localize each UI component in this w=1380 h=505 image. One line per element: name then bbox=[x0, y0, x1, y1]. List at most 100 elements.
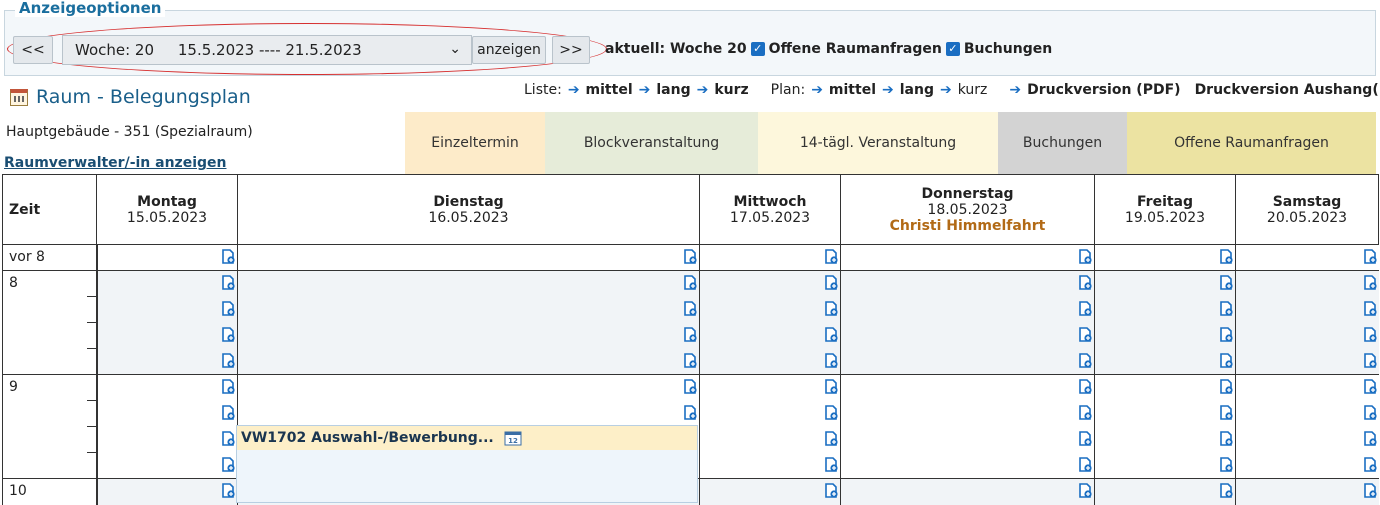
add-booking-icon[interactable] bbox=[1363, 300, 1377, 317]
add-booking-icon[interactable] bbox=[1079, 430, 1092, 447]
day-slot[interactable] bbox=[840, 296, 1095, 323]
add-booking-icon[interactable] bbox=[825, 379, 838, 395]
plan-lang-link[interactable]: lang bbox=[900, 82, 934, 98]
day-slot[interactable] bbox=[1235, 426, 1379, 453]
add-booking-icon[interactable] bbox=[825, 300, 838, 317]
day-slot[interactable] bbox=[840, 452, 1095, 479]
add-booking-icon[interactable] bbox=[222, 300, 235, 317]
liste-kurz-link[interactable]: kurz bbox=[714, 82, 748, 98]
next-week-button[interactable]: >> bbox=[552, 36, 590, 64]
add-booking-icon[interactable] bbox=[825, 404, 838, 421]
event-header[interactable]: VW1702 Auswahl-/Bewerbung... 12 bbox=[237, 426, 697, 450]
add-booking-icon[interactable] bbox=[222, 456, 235, 473]
day-slot[interactable] bbox=[840, 478, 1095, 505]
calendar-12-icon[interactable]: 12 bbox=[504, 430, 522, 446]
day-slot[interactable] bbox=[699, 270, 841, 297]
day-slot[interactable] bbox=[96, 270, 238, 297]
add-booking-icon[interactable] bbox=[1220, 275, 1233, 291]
day-slot[interactable] bbox=[237, 270, 700, 297]
day-slot[interactable] bbox=[1094, 296, 1236, 323]
day-slot[interactable] bbox=[96, 478, 238, 505]
day-slot[interactable] bbox=[1235, 296, 1379, 323]
add-booking-icon[interactable] bbox=[1220, 483, 1233, 499]
day-slot[interactable] bbox=[699, 478, 841, 505]
liste-lang-link[interactable]: lang bbox=[656, 82, 690, 98]
day-slot[interactable] bbox=[96, 374, 238, 401]
add-booking-icon[interactable] bbox=[1220, 249, 1233, 265]
add-booking-icon[interactable] bbox=[825, 326, 838, 343]
room-manager-link[interactable]: Raumverwalter/-in anzeigen bbox=[4, 155, 226, 171]
add-booking-icon[interactable] bbox=[222, 275, 235, 291]
day-slot[interactable] bbox=[96, 244, 238, 271]
add-booking-icon[interactable] bbox=[1363, 352, 1377, 369]
add-booking-icon[interactable] bbox=[1363, 275, 1377, 291]
day-slot[interactable] bbox=[96, 322, 238, 349]
day-slot[interactable] bbox=[699, 400, 841, 427]
day-slot[interactable] bbox=[1094, 452, 1236, 479]
day-slot[interactable] bbox=[1235, 270, 1379, 297]
day-slot[interactable] bbox=[237, 374, 700, 401]
day-slot[interactable] bbox=[699, 348, 841, 375]
prev-week-button[interactable]: << bbox=[13, 36, 53, 64]
add-booking-icon[interactable] bbox=[222, 326, 235, 343]
liste-mittel-link[interactable]: mittel bbox=[586, 82, 633, 98]
day-slot[interactable] bbox=[1235, 348, 1379, 375]
add-booking-icon[interactable] bbox=[1363, 404, 1377, 421]
print-notice-pdf-link[interactable]: Druckversion Aushang(PDF) bbox=[1195, 82, 1380, 98]
add-booking-icon[interactable] bbox=[1079, 379, 1092, 395]
plan-kurz-link[interactable]: kurz bbox=[958, 82, 988, 98]
add-booking-icon[interactable] bbox=[825, 483, 838, 499]
print-pdf-link[interactable]: Druckversion (PDF) bbox=[1027, 82, 1180, 98]
check-icon[interactable]: ✓ bbox=[945, 42, 960, 56]
day-slot[interactable] bbox=[1235, 452, 1379, 479]
add-booking-icon[interactable] bbox=[684, 300, 697, 317]
add-booking-icon[interactable] bbox=[1220, 379, 1233, 395]
day-slot[interactable] bbox=[237, 348, 700, 375]
add-booking-icon[interactable] bbox=[1220, 300, 1233, 317]
day-slot[interactable] bbox=[1094, 270, 1236, 297]
add-booking-icon[interactable] bbox=[1363, 379, 1377, 395]
add-booking-icon[interactable] bbox=[1220, 404, 1233, 421]
add-booking-icon[interactable] bbox=[222, 483, 235, 499]
add-booking-icon[interactable] bbox=[222, 404, 235, 421]
add-booking-icon[interactable] bbox=[1220, 326, 1233, 343]
day-slot[interactable] bbox=[237, 296, 700, 323]
add-booking-icon[interactable] bbox=[684, 352, 697, 369]
add-booking-icon[interactable] bbox=[825, 456, 838, 473]
add-booking-icon[interactable] bbox=[1079, 352, 1092, 369]
add-booking-icon[interactable] bbox=[825, 275, 838, 291]
day-slot[interactable] bbox=[97, 401, 238, 427]
day-slot[interactable] bbox=[1235, 244, 1379, 271]
add-booking-icon[interactable] bbox=[1079, 326, 1092, 343]
add-booking-icon[interactable] bbox=[825, 430, 838, 447]
add-booking-icon[interactable] bbox=[1220, 430, 1233, 447]
day-slot[interactable] bbox=[1235, 322, 1379, 349]
add-booking-icon[interactable] bbox=[222, 249, 235, 265]
day-slot[interactable] bbox=[1094, 348, 1236, 375]
day-slot[interactable] bbox=[96, 296, 238, 323]
check-icon[interactable]: ✓ bbox=[750, 42, 765, 56]
day-slot[interactable] bbox=[840, 374, 1095, 401]
day-slot[interactable] bbox=[97, 427, 238, 453]
day-slot[interactable] bbox=[237, 244, 700, 271]
day-slot[interactable] bbox=[840, 400, 1095, 427]
day-slot[interactable] bbox=[1235, 400, 1379, 427]
add-booking-icon[interactable] bbox=[684, 379, 697, 395]
add-booking-icon[interactable] bbox=[222, 379, 235, 395]
day-slot[interactable] bbox=[699, 374, 841, 401]
add-booking-icon[interactable] bbox=[1363, 430, 1377, 447]
day-slot[interactable] bbox=[699, 322, 841, 349]
add-booking-icon[interactable] bbox=[1363, 483, 1377, 499]
day-slot[interactable] bbox=[1094, 322, 1236, 349]
day-slot[interactable] bbox=[1094, 400, 1236, 427]
add-booking-icon[interactable] bbox=[222, 352, 235, 369]
add-booking-icon[interactable] bbox=[1079, 249, 1092, 265]
plan-mittel-link[interactable]: mittel bbox=[829, 82, 876, 98]
event-block[interactable]: VW1702 Auswahl-/Bewerbung... 12 bbox=[236, 425, 698, 503]
day-slot[interactable] bbox=[840, 348, 1095, 375]
week-select[interactable]: Woche: 20 15.5.2023 ---- 21.5.2023 ⌄ bbox=[62, 35, 472, 65]
add-booking-icon[interactable] bbox=[1220, 352, 1233, 369]
day-slot[interactable] bbox=[840, 270, 1095, 297]
day-slot[interactable] bbox=[699, 244, 841, 271]
show-button[interactable]: anzeigen bbox=[472, 36, 546, 64]
